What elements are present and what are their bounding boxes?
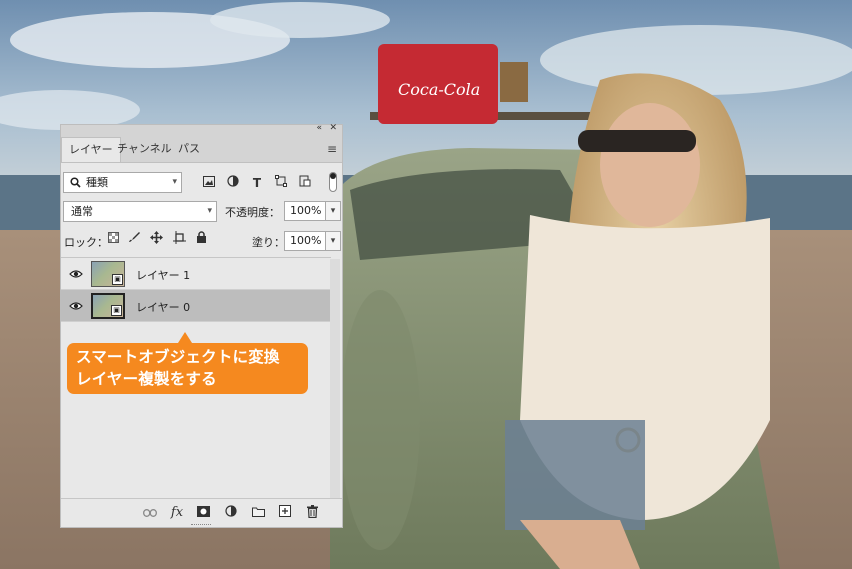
type-filter-icon[interactable]: T xyxy=(249,175,265,191)
tab-channels[interactable]: チャンネル xyxy=(110,137,179,162)
shape-filter-icon[interactable] xyxy=(273,175,289,191)
lock-position-icon[interactable] xyxy=(148,231,164,247)
eye-icon[interactable] xyxy=(69,299,83,313)
layers-panel: « ✕ レイヤー チャンネル パス ≡ 種類 ▾ T 通常 ▾ 不透明度： 10… xyxy=(60,123,343,528)
new-group-icon[interactable] xyxy=(250,505,266,521)
layer-row-selected[interactable]: ▣ レイヤー 0 xyxy=(61,290,331,322)
close-panel-icon[interactable]: ✕ xyxy=(329,123,337,133)
new-layer-icon[interactable] xyxy=(277,505,293,521)
image-filter-icon[interactable] xyxy=(201,175,217,191)
lock-transparent-icon[interactable] xyxy=(105,231,121,247)
eye-icon[interactable] xyxy=(69,267,83,281)
lock-paint-icon[interactable] xyxy=(126,231,142,247)
layer-thumbnail: ▣ xyxy=(91,293,125,319)
layer-mask-icon[interactable] xyxy=(195,505,211,521)
search-icon xyxy=(70,177,81,188)
fx-icon[interactable]: fx xyxy=(169,505,185,521)
layers-scrollbar[interactable] xyxy=(330,259,340,499)
adjustment-filter-icon[interactable] xyxy=(225,175,241,191)
smart-object-badge-icon: ▣ xyxy=(112,274,123,285)
opacity-dropdown-button[interactable]: ▾ xyxy=(325,201,341,221)
layer-thumbnail: ▣ xyxy=(91,261,125,287)
layer-filter-value: 種類 xyxy=(86,176,108,189)
callout-line-2: レイヤー複製をする xyxy=(76,370,217,388)
collapse-panel-icon[interactable]: « xyxy=(316,123,322,133)
filter-toggle-switch[interactable] xyxy=(329,172,337,192)
smart-object-badge-icon: ▣ xyxy=(111,305,122,316)
layer-name[interactable]: レイヤー 0 xyxy=(136,299,190,315)
fill-label: 塗り： xyxy=(252,236,285,249)
svg-text:Coca-Cola: Coca-Cola xyxy=(398,80,480,99)
lock-label: ロック： xyxy=(64,236,108,249)
lock-artboard-icon[interactable] xyxy=(171,231,187,247)
layer-row[interactable]: ▣ レイヤー 1 xyxy=(61,258,331,290)
resize-grip-icon[interactable] xyxy=(191,524,211,528)
layer-filter-select[interactable]: 種類 ▾ xyxy=(63,172,182,193)
chevron-down-icon: ▾ xyxy=(172,177,177,187)
chevron-down-icon: ▾ xyxy=(207,206,212,216)
lock-all-icon[interactable] xyxy=(193,231,209,247)
annotation-callout: スマートオブジェクトに変換 レイヤー複製をする xyxy=(67,332,308,394)
panel-bottom-toolbar: fx xyxy=(61,498,342,527)
opacity-input[interactable]: 100% xyxy=(284,201,326,221)
fill-dropdown-button[interactable]: ▾ xyxy=(325,231,341,251)
opacity-label: 不透明度： xyxy=(225,206,280,219)
delete-layer-icon[interactable] xyxy=(304,505,320,521)
blend-mode-value: 通常 xyxy=(71,205,93,218)
panel-title-bar[interactable]: « ✕ xyxy=(61,123,342,135)
callout-line-1: スマートオブジェクトに変換 xyxy=(76,348,280,366)
panel-menu-icon[interactable]: ≡ xyxy=(327,142,337,156)
adjustment-layer-icon[interactable] xyxy=(223,505,239,521)
tab-paths[interactable]: パス xyxy=(171,137,207,162)
blend-mode-select[interactable]: 通常 ▾ xyxy=(63,201,217,222)
layer-name[interactable]: レイヤー 1 xyxy=(136,267,190,283)
link-layers-icon[interactable] xyxy=(142,505,158,521)
callout-arrow xyxy=(178,332,192,343)
fill-input[interactable]: 100% xyxy=(284,231,326,251)
smart-object-filter-icon[interactable] xyxy=(297,175,313,191)
panel-tabs: レイヤー チャンネル パス ≡ xyxy=(61,135,342,163)
